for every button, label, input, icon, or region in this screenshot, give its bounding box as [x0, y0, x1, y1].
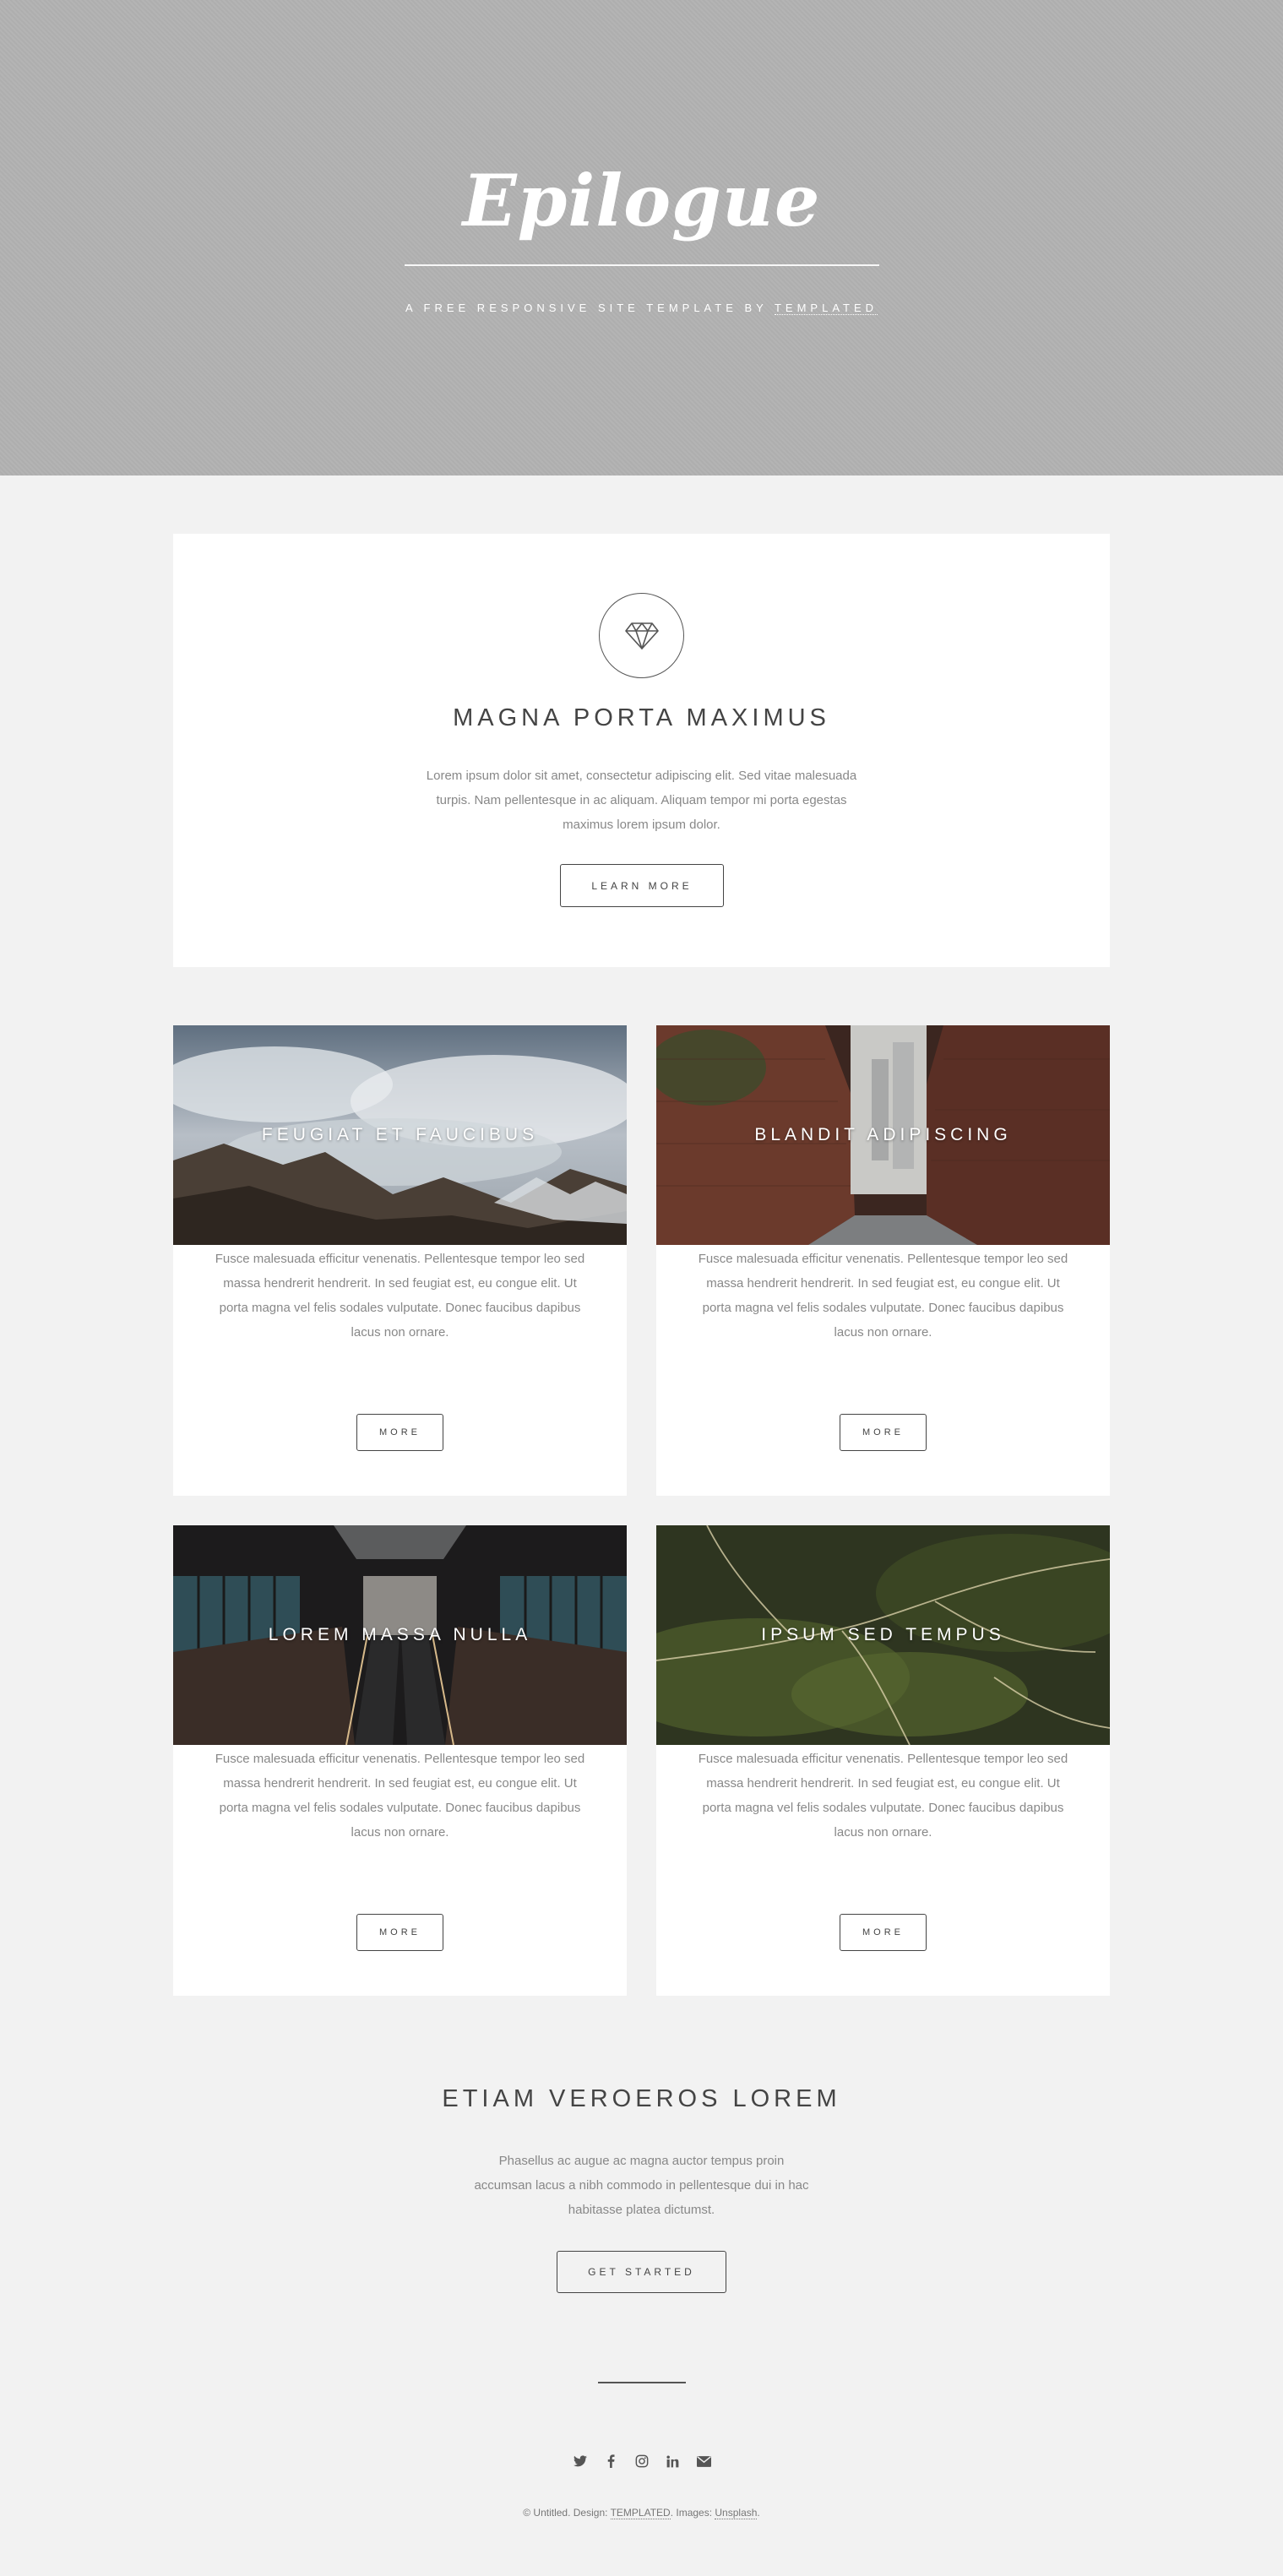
cta-text: Phasellus ac augue ac magna auctor tempu…: [474, 2154, 809, 2217]
social-links: [571, 2452, 713, 2470]
aerial-terrain-image[interactable]: Ipsum Sed Tempus: [656, 1525, 1110, 1745]
footer-divider: [598, 2382, 686, 2383]
tile-text: Fusce malesuada efficitur venenatis. Pel…: [698, 1252, 1068, 1340]
twitter-icon[interactable]: [571, 2452, 590, 2470]
site-header: Epilogue A free responsive site template…: [0, 0, 1283, 476]
more-button[interactable]: More: [840, 1914, 927, 1951]
tile-lorem: Lorem Massa Nulla Fusce malesuada effici…: [173, 1525, 627, 1996]
tile-text: Fusce malesuada efficitur venenatis. Pel…: [215, 1752, 585, 1840]
more-button[interactable]: More: [356, 1914, 443, 1951]
tile-title: Feugiat et Faucibus: [261, 1125, 539, 1144]
learn-more-button[interactable]: Learn More: [560, 864, 724, 907]
diamond-icon: [599, 593, 684, 678]
linkedin-icon[interactable]: [664, 2452, 682, 2470]
tile-ipsum: Ipsum Sed Tempus Fusce malesuada efficit…: [656, 1525, 1110, 1996]
cta-title: Etiam Veroeros Lorem: [442, 2085, 841, 2112]
copyright-suffix: .: [757, 2507, 760, 2519]
intro-title: Magna Porta Maximus: [453, 704, 830, 731]
copyright-prefix: © Untitled. Design:: [523, 2507, 611, 2519]
tile-text: Fusce malesuada efficitur venenatis. Pel…: [698, 1752, 1068, 1840]
intro-card: Magna Porta Maximus Lorem ipsum dolor si…: [173, 534, 1110, 967]
tile-text: Fusce malesuada efficitur venenatis. Pel…: [215, 1252, 585, 1340]
instagram-icon[interactable]: [633, 2452, 651, 2470]
escalator-station-image[interactable]: Lorem Massa Nulla: [173, 1525, 627, 1745]
tagline-text: A free responsive site template by: [405, 302, 768, 314]
facebook-icon[interactable]: [602, 2452, 621, 2470]
mountain-clouds-image[interactable]: Feugiat et Faucibus: [173, 1025, 627, 1245]
tile-blandit: Blandit Adipiscing Fusce malesuada effic…: [656, 1025, 1110, 1496]
tile-title: Ipsum Sed Tempus: [761, 1625, 1005, 1644]
design-credit-link[interactable]: TEMPLATED: [610, 2507, 671, 2519]
brick-alley-image[interactable]: Blandit Adipiscing: [656, 1025, 1110, 1245]
tile-title: Blandit Adipiscing: [754, 1125, 1012, 1144]
images-credit-link[interactable]: Unsplash: [715, 2507, 758, 2519]
get-started-button[interactable]: Get Started: [557, 2251, 726, 2293]
site-tagline: A free responsive site template by TEMPL…: [0, 302, 1283, 315]
copyright: © Untitled. Design: TEMPLATED. Images: U…: [0, 2507, 1283, 2519]
intro-text: Lorem ipsum dolor sit amet, consectetur …: [426, 769, 857, 832]
envelope-icon[interactable]: [694, 2452, 713, 2470]
more-button[interactable]: More: [356, 1414, 443, 1451]
tile-feugiat: Feugiat et Faucibus Fusce malesuada effi…: [173, 1025, 627, 1496]
templated-link[interactable]: TEMPLATED: [774, 302, 878, 315]
images-prefix: . Images:: [670, 2507, 715, 2519]
more-button[interactable]: More: [840, 1414, 927, 1451]
tile-title: Lorem Massa Nulla: [268, 1625, 532, 1644]
logo-divider: [405, 264, 879, 266]
site-logo[interactable]: Epilogue: [0, 166, 1283, 236]
